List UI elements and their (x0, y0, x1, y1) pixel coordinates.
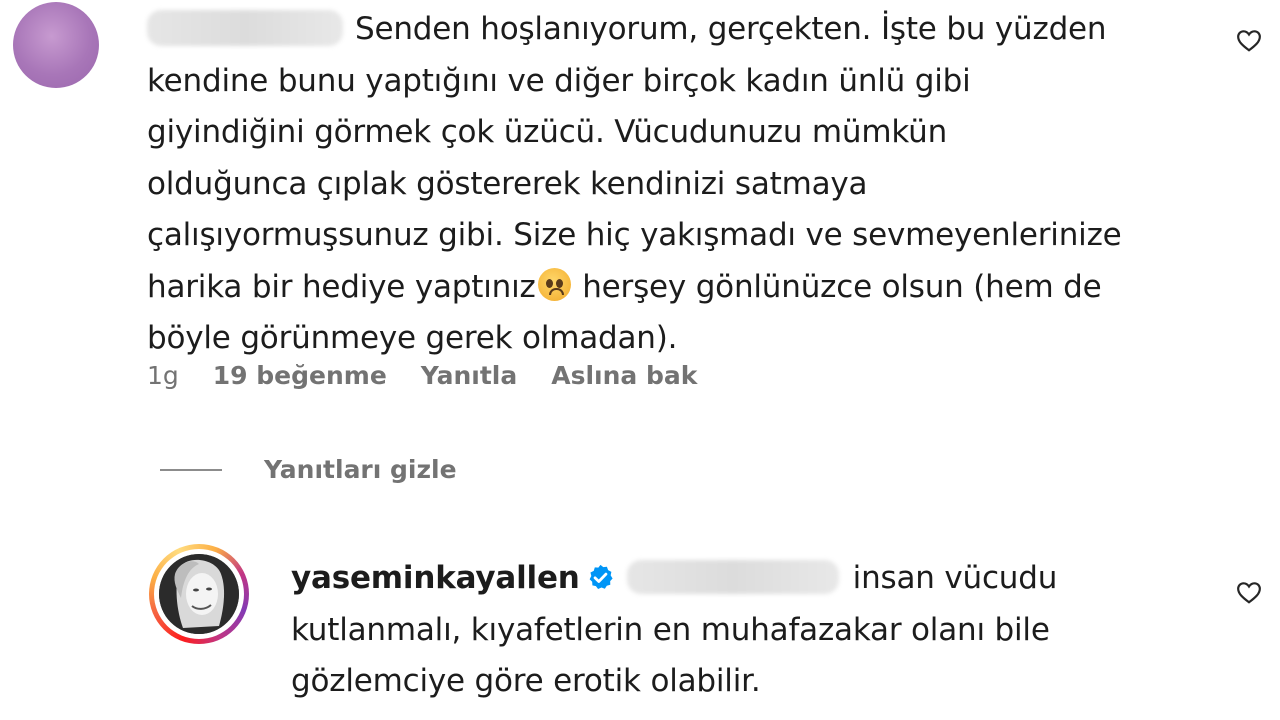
comment-line: kendine bunu yaptığını ve diğer birçok k… (147, 62, 971, 99)
reply-username[interactable]: yaseminkayallen (291, 560, 580, 596)
reply-text-line: gözlemciye göre erotik olabilir. (291, 663, 761, 699)
verified-badge-icon (589, 564, 613, 589)
comment-line: giyindiğini görmek çok üzücü. Vücudunuzu… (147, 114, 948, 150)
comment-meta: 1g 19 beğenme Yanıtla Aslına bak (147, 361, 731, 390)
hide-replies-label: Yanıtları gizle (264, 455, 457, 484)
crying-face-emoji (537, 267, 571, 301)
reply-body: yaseminkayallen insan vücudu kutlanmalı, … (291, 553, 1171, 708)
reply-avatar[interactable] (149, 544, 249, 644)
comment-likes[interactable]: 19 beğenme (213, 361, 387, 390)
comment-line: böyle görünmeye gerek olmadan). (147, 320, 678, 356)
reply-text-line: insan vücudu (852, 560, 1058, 596)
hide-replies-toggle[interactable]: Yanıtları gizle (160, 455, 457, 484)
comment-line: herşey gönlünüzce olsun (hem de (572, 268, 1102, 305)
see-original-button[interactable]: Aslına bak (551, 361, 697, 390)
blurred-username[interactable] (147, 9, 343, 46)
reply-button[interactable]: Yanıtla (421, 361, 517, 390)
divider-line (160, 468, 222, 471)
heart-outline-icon[interactable] (1236, 28, 1262, 52)
heart-outline-icon[interactable] (1236, 580, 1262, 604)
comment-line: çalışıyormuşsunuz gibi. Size hiç yakışma… (147, 217, 1122, 253)
comment-line: Senden hoşlanıyorum, gerçekten. İşte bu … (355, 11, 1107, 47)
reply-text-line: kutlanmalı, kıyafetlerin en muhafazakar … (291, 611, 1050, 648)
commenter-avatar[interactable] (13, 2, 99, 88)
avatar-photo (159, 554, 239, 634)
comment-line: olduğunca çıplak göstererek kendinizi sa… (147, 165, 868, 202)
comment-line: harika bir hediye yaptınız (147, 268, 536, 305)
comment-time: 1g (147, 361, 179, 390)
blurred-mention[interactable] (626, 559, 839, 594)
comment-body: Senden hoşlanıyorum, gerçekten. İşte bu … (147, 4, 1177, 365)
